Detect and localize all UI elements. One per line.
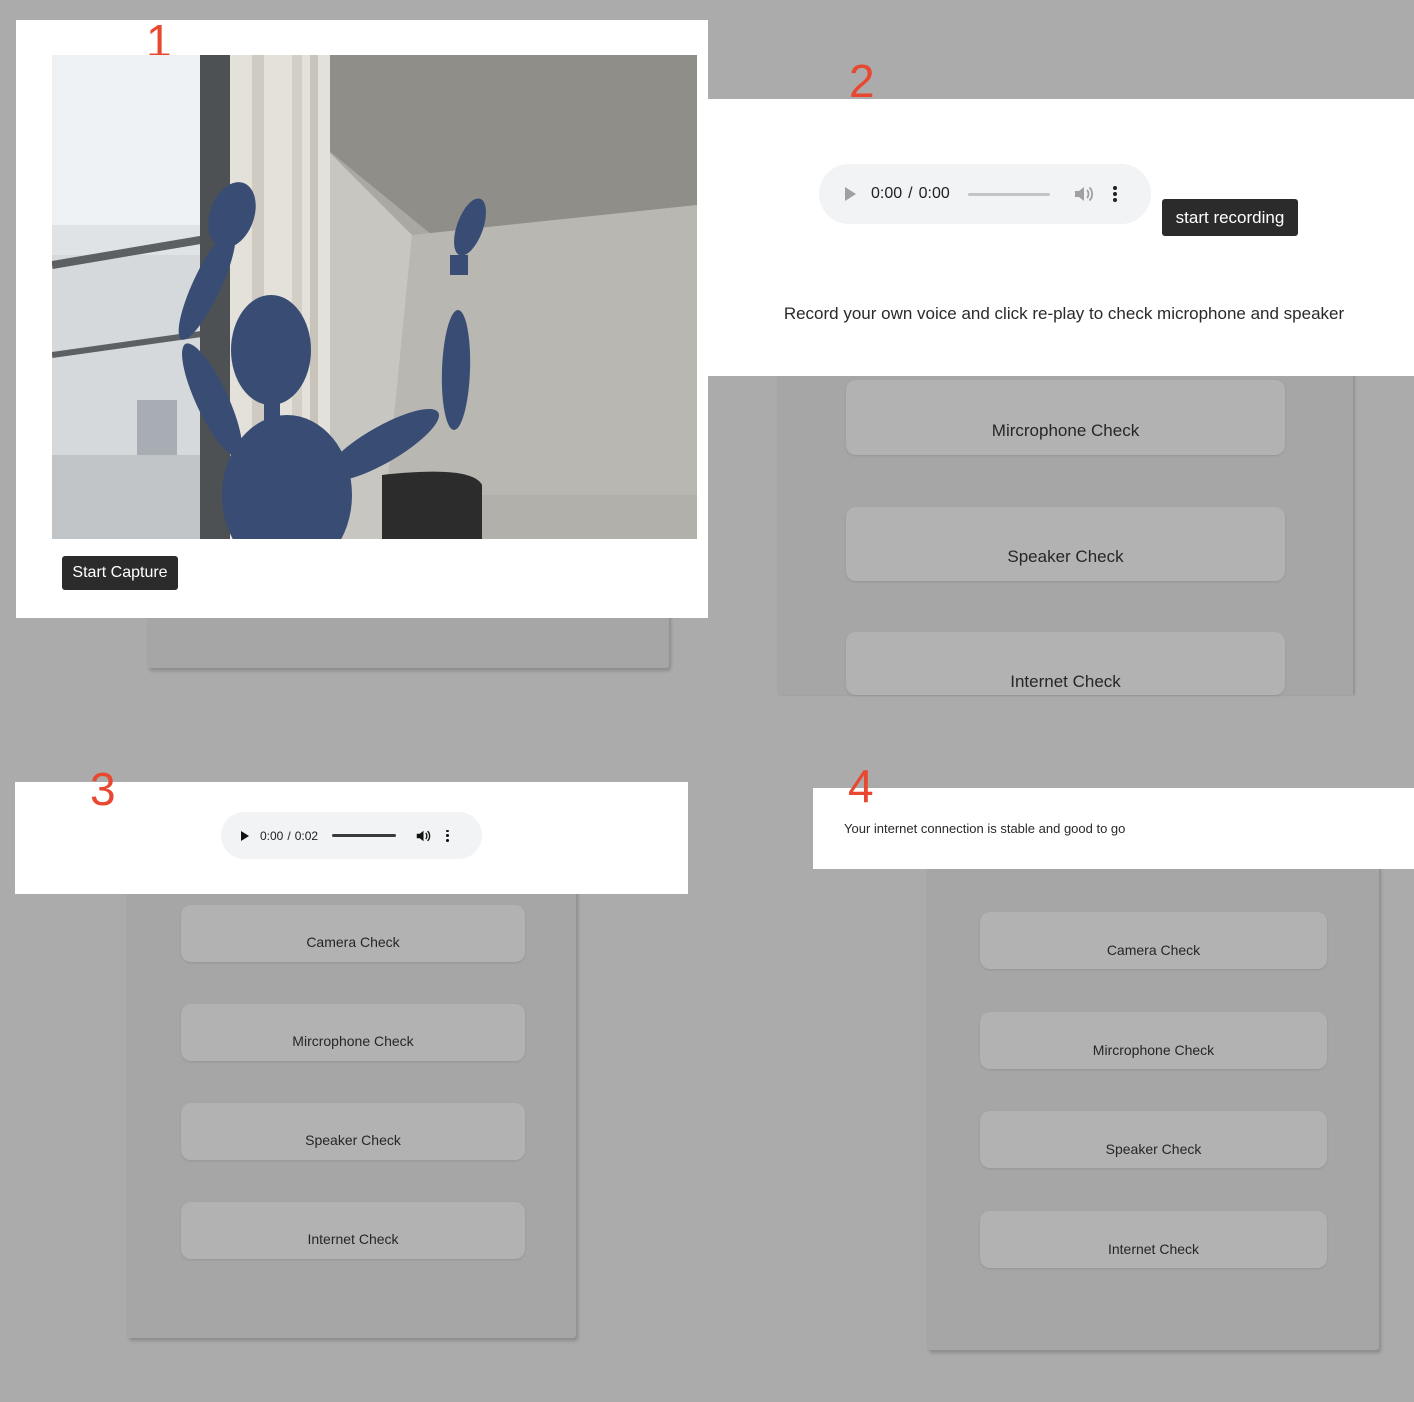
volume-icon[interactable] [416, 829, 431, 843]
audio-current-time: 0:00 [871, 185, 903, 202]
step-number-3: 3 [90, 763, 116, 815]
play-icon[interactable] [845, 187, 856, 201]
recording-instruction: Record your own voice and click re-play … [783, 304, 1345, 323]
speaker-check-label: Speaker Check [1007, 547, 1124, 566]
audio-player-playback[interactable]: 0:00 / 0:02 [221, 812, 482, 859]
microphone-check-button[interactable]: Mircrophone Check [181, 1004, 525, 1061]
microphone-check-button[interactable]: Mircrophone Check [980, 1012, 1327, 1069]
microphone-check-label: Mircrophone Check [292, 1033, 414, 1049]
audio-time-separator: / [908, 185, 913, 202]
volume-icon[interactable] [1074, 185, 1094, 203]
speaker-check-button[interactable]: Speaker Check [181, 1103, 525, 1160]
audio-duration: 0:00 [918, 185, 950, 202]
camera-check-button[interactable]: Camera Check [181, 905, 525, 962]
internet-check-button[interactable]: Internet Check [980, 1211, 1327, 1268]
internet-check-label: Internet Check [1107, 1241, 1200, 1257]
speaker-check-label: Speaker Check [305, 1132, 401, 1148]
internet-status-message: Your internet connection is stable and g… [844, 821, 1126, 836]
recording-card [708, 99, 1414, 376]
internet-check-label: Internet Check [307, 1231, 399, 1247]
camera-check-label: Camera Check [1106, 942, 1201, 958]
more-options-icon[interactable] [445, 829, 449, 843]
audio-progress-track[interactable] [332, 834, 397, 837]
audio-progress-track[interactable] [967, 192, 1050, 196]
audio-duration: 0:02 [294, 828, 319, 843]
microphone-check-label: Mircrophone Check [991, 421, 1140, 440]
camera-check-button[interactable]: Camera Check [980, 912, 1327, 969]
audio-current-time: 0:00 [260, 828, 284, 843]
microphone-check-button[interactable]: Mircrophone Check [846, 380, 1285, 455]
step-number-2: 2 [849, 55, 875, 107]
internet-check-label: Internet Check [1010, 672, 1121, 691]
internet-check-button[interactable]: Internet Check [846, 632, 1285, 695]
start-capture-button[interactable]: Start Capture [62, 556, 178, 590]
speaker-check-button[interactable]: Speaker Check [846, 507, 1285, 581]
microphone-check-label: Mircrophone Check [1092, 1042, 1215, 1058]
audio-time-separator: / [287, 828, 291, 843]
speaker-check-button[interactable]: Speaker Check [980, 1111, 1327, 1168]
speaker-check-label: Speaker Check [1105, 1141, 1202, 1157]
camera-check-label: Camera Check [306, 934, 400, 950]
start-recording-button[interactable]: start recording [1162, 199, 1298, 236]
internet-check-button[interactable]: Internet Check [181, 1202, 525, 1259]
camera-preview [52, 55, 697, 539]
audio-player-recording[interactable]: 0:00 / 0:00 [819, 164, 1151, 224]
play-icon[interactable] [241, 830, 249, 841]
more-options-icon[interactable] [1112, 185, 1118, 203]
step-number-4: 4 [848, 760, 874, 812]
